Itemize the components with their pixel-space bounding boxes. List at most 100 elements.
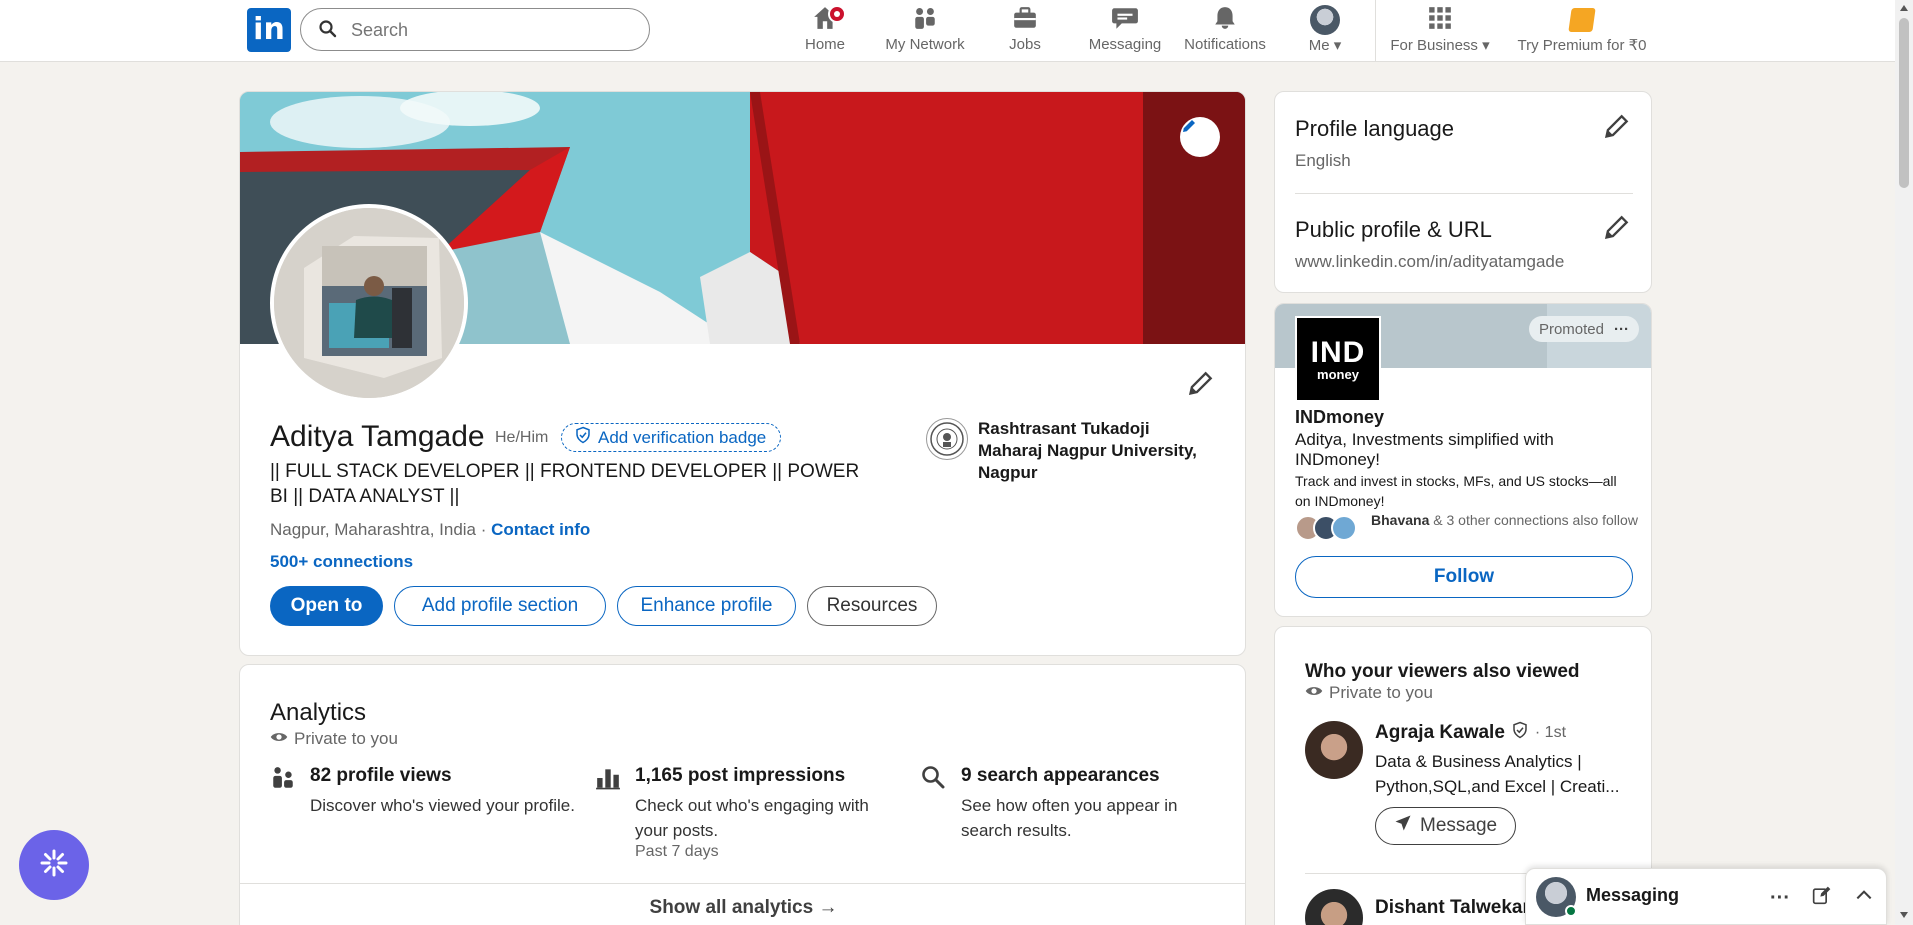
nav-for-business[interactable]: For Business ▾: [1385, 4, 1495, 58]
public-profile-title: Public profile & URL: [1295, 217, 1492, 242]
add-verification-badge-button[interactable]: Add verification badge: [561, 423, 782, 452]
profile-photo[interactable]: [270, 204, 468, 402]
location-separator: ·: [476, 520, 492, 539]
nav-my-network[interactable]: My Network: [880, 4, 970, 58]
edit-public-url-button[interactable]: [1603, 213, 1631, 246]
analytics-privacy: Private to you: [270, 729, 398, 749]
profile-pronouns: He/Him: [495, 429, 549, 446]
nav-premium-label: Try Premium for ₹0: [1517, 37, 1647, 54]
messaging-dock[interactable]: Messaging ···: [1525, 868, 1887, 925]
verification-label: Add verification badge: [598, 427, 767, 447]
stat-title: 9 search appearances: [961, 765, 1160, 786]
university-logo: [926, 418, 968, 460]
enhance-profile-button[interactable]: Enhance profile: [617, 586, 796, 626]
pencil-icon: [1187, 371, 1215, 401]
education-name: Rashtrasant Tukadoji Maharaj Nagpur Univ…: [978, 419, 1197, 482]
person-name[interactable]: Dishant Talwekar: [1375, 897, 1530, 919]
indmoney-logo[interactable]: IND money: [1295, 316, 1381, 402]
ad-followers-text: Bhavana & 3 other connections also follo…: [1371, 511, 1641, 530]
pencil-icon: [1603, 215, 1631, 245]
avatar: [1305, 889, 1363, 925]
bar-chart-icon: [595, 765, 621, 796]
edit-language-button[interactable]: [1603, 112, 1631, 145]
profile-language-value: English: [1295, 151, 1351, 170]
nav-jobs[interactable]: Jobs: [1000, 4, 1050, 58]
connections-link[interactable]: 500+ connections: [270, 552, 413, 572]
follower-name: Bhavana: [1371, 512, 1430, 528]
show-all-analytics-link[interactable]: Show all analytics →: [240, 897, 1245, 919]
person-headline: Data & Business Analytics | Python,SQL,a…: [1375, 752, 1620, 796]
message-button[interactable]: Message: [1375, 807, 1517, 845]
shield-icon: [574, 426, 592, 449]
profile-name: Aditya Tamgade: [270, 420, 485, 453]
assistant-launcher-button[interactable]: [19, 830, 89, 900]
analytics-card: Analytics Private to you 82 profile view…: [239, 664, 1246, 925]
home-icon: [812, 5, 846, 35]
premium-icon: [1568, 8, 1596, 32]
avatar: [274, 208, 464, 398]
top-navigation: in Home My Network Jobs: [0, 0, 1895, 62]
message-label: Message: [1420, 815, 1498, 836]
online-status-indicator: [1565, 905, 1577, 917]
compose-icon[interactable]: [1812, 885, 1832, 910]
profile-headline: || FULL STACK DEVELOPER || FRONTEND DEVE…: [270, 461, 860, 507]
contact-info-link[interactable]: Contact info: [491, 520, 590, 539]
nav-jobs-label: Jobs: [1009, 36, 1041, 53]
person-name[interactable]: Agraja Kawale: [1375, 722, 1505, 744]
education-item[interactable]: Rashtrasant Tukadoji Maharaj Nagpur Univ…: [926, 418, 1218, 484]
nav-my-network-label: My Network: [885, 36, 965, 53]
network-icon: [912, 5, 938, 35]
sparkle-icon: [39, 848, 69, 883]
search-bar[interactable]: [300, 8, 650, 51]
people-icon: [270, 765, 296, 796]
nav-home[interactable]: Home: [795, 4, 855, 58]
messaging-dock-title: Messaging: [1586, 885, 1680, 905]
avatar: [1331, 515, 1357, 541]
search-input[interactable]: [351, 17, 631, 43]
page-scrollbar[interactable]: [1895, 0, 1913, 925]
nav-divider: [1375, 0, 1376, 61]
more-options-icon[interactable]: ···: [1770, 888, 1790, 908]
analytics-title: Analytics: [270, 699, 367, 726]
stat-period: Past 7 days: [635, 843, 719, 860]
more-options-icon: ···: [1614, 320, 1629, 338]
stat-title: 82 profile views: [310, 765, 452, 786]
search-icon: [319, 20, 337, 43]
ad-company-name[interactable]: INDmoney: [1295, 407, 1384, 428]
edit-banner-button[interactable]: [1180, 117, 1220, 157]
profile-settings-card: Profile language English Public profile …: [1274, 91, 1652, 293]
scroll-thumb[interactable]: [1899, 18, 1909, 188]
eye-icon: [270, 729, 288, 749]
chevron-down-icon: ▾: [1482, 37, 1490, 54]
stat-description: Discover who's viewed your profile.: [310, 796, 575, 815]
nav-messaging-label: Messaging: [1088, 36, 1162, 53]
notification-badge: [828, 5, 846, 23]
promoted-badge[interactable]: Promoted ···: [1528, 316, 1639, 342]
analytics-private-label: Private to you: [294, 729, 398, 748]
edit-intro-button[interactable]: [1187, 369, 1215, 402]
linkedin-logo[interactable]: in: [247, 8, 291, 52]
chevron-up-icon[interactable]: [1854, 885, 1874, 910]
follower-rest: & 3 other connections also follow: [1429, 512, 1638, 528]
chevron-down-icon: ▾: [1333, 37, 1342, 54]
nav-notifications-label: Notifications: [1184, 36, 1266, 53]
viewers-title: Who your viewers also viewed: [1305, 661, 1580, 682]
nav-premium[interactable]: Try Premium for ₹0: [1512, 4, 1652, 58]
open-to-button[interactable]: Open to: [270, 586, 383, 626]
connection-degree: · 1st: [1534, 724, 1567, 741]
nav-for-business-label: For Business: [1390, 37, 1478, 54]
grid-icon: [1427, 5, 1453, 35]
pencil-icon: [1603, 114, 1631, 144]
nav-messaging[interactable]: Messaging: [1080, 4, 1170, 58]
scroll-up-icon[interactable]: [1900, 5, 1908, 11]
resources-button[interactable]: Resources: [807, 586, 937, 626]
scroll-down-icon[interactable]: [1900, 912, 1908, 918]
nav-me[interactable]: Me ▾: [1300, 4, 1350, 58]
divider: [240, 883, 1245, 884]
add-profile-section-button[interactable]: Add profile section: [394, 586, 606, 626]
stat-title: 1,165 post impressions: [635, 765, 846, 786]
follow-button[interactable]: Follow: [1295, 556, 1633, 598]
nav-me-label: Me: [1308, 37, 1330, 54]
stat-description: See how often you appear in search resul…: [961, 796, 1178, 840]
nav-notifications[interactable]: Notifications: [1180, 4, 1270, 58]
